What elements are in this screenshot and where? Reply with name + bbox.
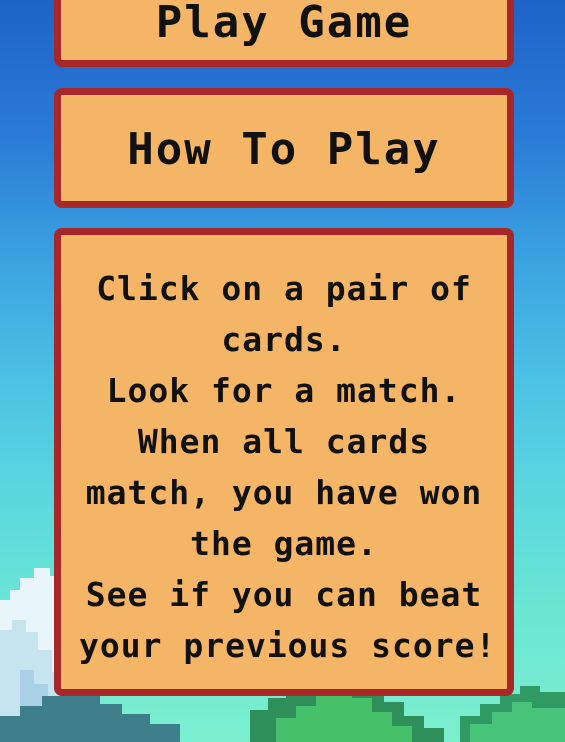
how-to-play-label: How To Play: [127, 124, 441, 175]
instructions-text: Click on a pair of cards. Look for a mat…: [79, 263, 497, 671]
how-to-play-button[interactable]: How To Play: [54, 88, 514, 208]
play-game-label: Play Game: [155, 0, 413, 48]
instructions-panel: Click on a pair of cards. Look for a mat…: [54, 228, 514, 696]
instruction-line: See if you can beat: [85, 575, 483, 614]
instruction-line: Look for a match.: [106, 371, 462, 410]
instruction-line: When all cards: [137, 422, 431, 461]
instruction-line: Click on a pair of: [96, 269, 472, 308]
play-game-button[interactable]: Play Game: [54, 0, 514, 67]
instruction-line: match, you have won: [85, 473, 483, 512]
instruction-line: cards.: [221, 320, 347, 359]
instruction-line: your previous score!: [79, 626, 497, 665]
instruction-line: the game.: [190, 524, 378, 563]
